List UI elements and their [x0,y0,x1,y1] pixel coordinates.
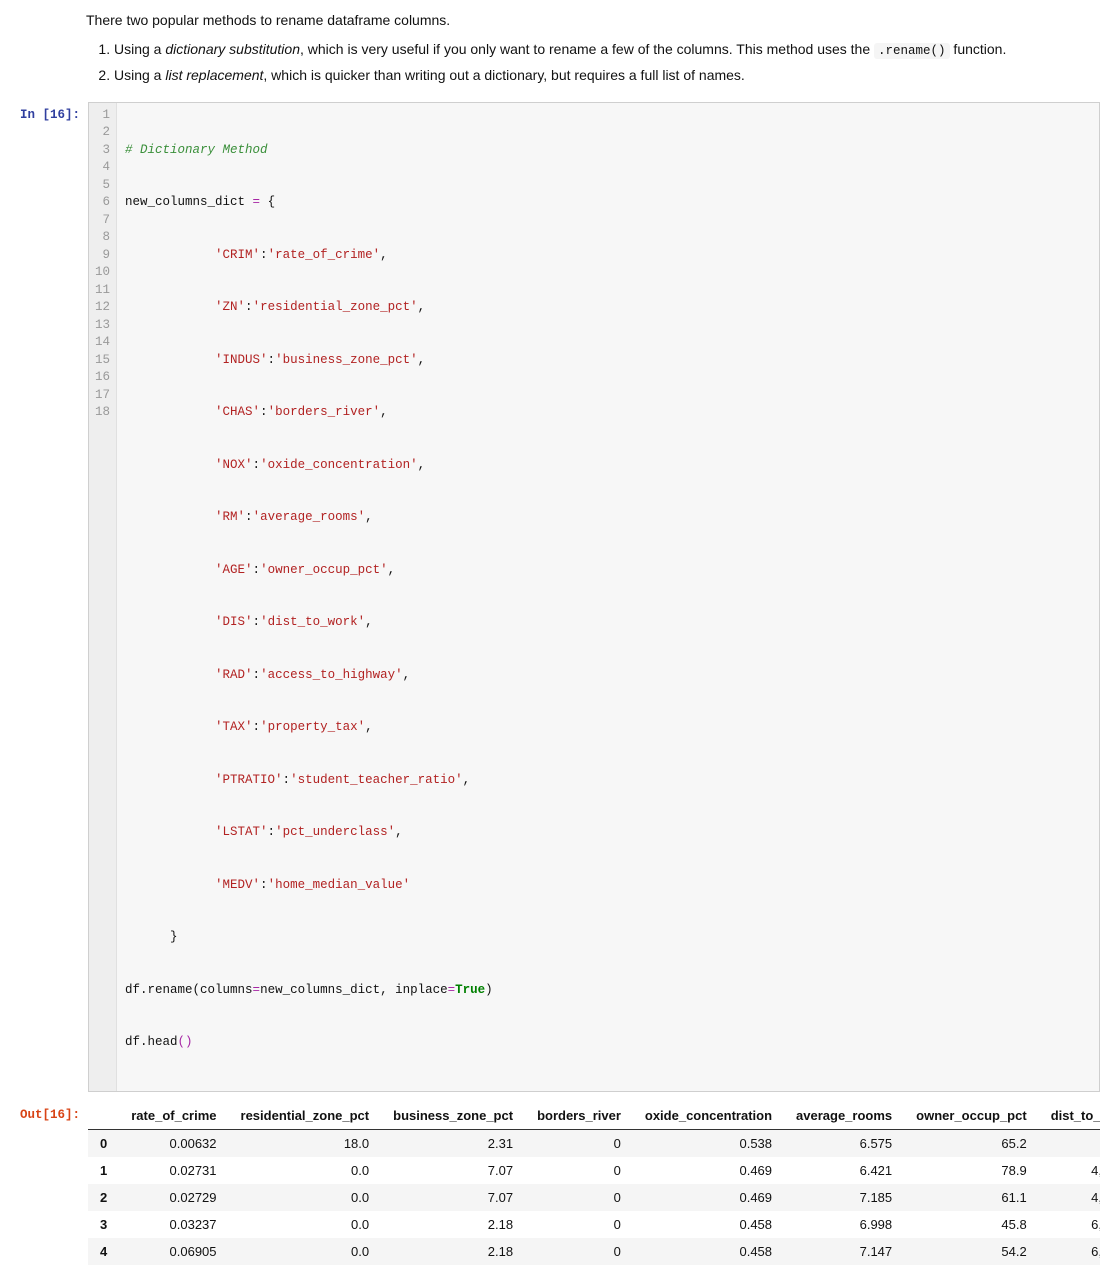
table-cell: 0.06905 [119,1238,228,1265]
dataframe-table: rate_of_crimeresidential_zone_pctbusines… [88,1102,1100,1265]
table-cell: 45.8 [904,1211,1039,1238]
output-cell-row: Out[16]: rate_of_crimeresidential_zone_p… [0,1102,1100,1265]
intro-paragraph: There two popular methods to rename data… [86,10,1066,31]
table-row: 30.032370.02.1800.4586.99845.86,06223 [88,1211,1100,1238]
table-cell: 7.147 [784,1238,904,1265]
table-cell: 0.0 [229,1157,382,1184]
table-cell: 0.458 [633,1238,784,1265]
column-header: average_rooms [784,1102,904,1130]
method-item-2: Using a list replacement, which is quick… [114,65,1066,86]
table-cell: 0 [525,1129,633,1157]
table-cell: 0.469 [633,1184,784,1211]
dataframe-body: 00.0063218.02.3100.5386.57565.24,09110.0… [88,1129,1100,1265]
line-number: 8 [95,229,110,247]
em-dict-sub: dictionary substitution [165,41,300,57]
table-cell: 0.02731 [119,1157,228,1184]
table-cell: 0.0 [229,1238,382,1265]
em-list-repl: list replacement [165,67,263,83]
input-prompt: In [16]: [0,102,88,122]
table-row: 10.027310.07.0700.4696.42178.94,96712 [88,1157,1100,1184]
code-cell-row: In [16]: 123456789101112131415161718 # D… [0,102,1100,1092]
table-cell: 7.185 [784,1184,904,1211]
column-header: dist_to_work [1039,1102,1100,1130]
table-cell: 6.998 [784,1211,904,1238]
table-cell: 0.0 [229,1184,382,1211]
table-cell: 6,0622 [1039,1238,1100,1265]
code-comment: # Dictionary Method [125,143,268,157]
code-input-area[interactable]: 123456789101112131415161718 # Dictionary… [88,102,1100,1092]
table-cell: 4,9671 [1039,1157,1100,1184]
table-cell: 61.1 [904,1184,1039,1211]
line-number: 3 [95,142,110,160]
table-row: 00.0063218.02.3100.5386.57565.24,091 [88,1129,1100,1157]
table-cell: 0 [525,1238,633,1265]
table-cell: 2.31 [381,1129,525,1157]
output-prompt: Out[16]: [0,1102,88,1122]
row-index: 2 [88,1184,119,1211]
index-header-blank [88,1102,119,1130]
method-item-1: Using a dictionary substitution, which i… [114,39,1066,61]
table-cell: 0.458 [633,1211,784,1238]
code-content[interactable]: # Dictionary Method new_columns_dict = {… [117,103,1099,1091]
table-cell: 6.575 [784,1129,904,1157]
table-row: 20.027290.07.0700.4697.18561.14,96712 [88,1184,1100,1211]
table-cell: 0.469 [633,1157,784,1184]
methods-list: Using a dictionary substitution, which i… [86,39,1066,86]
dataframe-header-row: rate_of_crimeresidential_zone_pctbusines… [88,1102,1100,1130]
table-cell: 0.02729 [119,1184,228,1211]
table-cell: 0 [525,1184,633,1211]
row-index: 4 [88,1238,119,1265]
line-gutter: 123456789101112131415161718 [89,103,117,1091]
line-number: 15 [95,352,110,370]
table-cell: 0.0 [229,1211,382,1238]
table-cell: 6.421 [784,1157,904,1184]
table-cell: 18.0 [229,1129,382,1157]
table-cell: 54.2 [904,1238,1039,1265]
table-cell: 7.07 [381,1184,525,1211]
inline-code-rename: .rename() [874,43,950,59]
line-number: 9 [95,247,110,265]
line-number: 6 [95,194,110,212]
table-cell: 65.2 [904,1129,1039,1157]
line-number: 1 [95,107,110,125]
column-header: residential_zone_pct [229,1102,382,1130]
line-number: 13 [95,317,110,335]
table-cell: 0 [525,1211,633,1238]
column-header: rate_of_crime [119,1102,228,1130]
column-header: business_zone_pct [381,1102,525,1130]
line-number: 5 [95,177,110,195]
column-header: borders_river [525,1102,633,1130]
output-area[interactable]: rate_of_crimeresidential_zone_pctbusines… [88,1102,1100,1265]
line-number: 17 [95,387,110,405]
line-number: 14 [95,334,110,352]
table-cell: 78.9 [904,1157,1039,1184]
table-cell: 4,9671 [1039,1184,1100,1211]
row-index: 1 [88,1157,119,1184]
line-number: 12 [95,299,110,317]
line-number: 18 [95,404,110,422]
row-index: 0 [88,1129,119,1157]
table-cell: 0.538 [633,1129,784,1157]
table-cell: 2.18 [381,1238,525,1265]
table-cell: 0.03237 [119,1211,228,1238]
line-number: 11 [95,282,110,300]
table-cell: 0.00632 [119,1129,228,1157]
table-cell: 7.07 [381,1157,525,1184]
markdown-cell: There two popular methods to rename data… [86,10,1066,86]
column-header: oxide_concentration [633,1102,784,1130]
column-header: owner_occup_pct [904,1102,1039,1130]
table-cell: 4,09 [1039,1129,1100,1157]
line-number: 16 [95,369,110,387]
table-cell: 2.18 [381,1211,525,1238]
line-number: 4 [95,159,110,177]
line-number: 10 [95,264,110,282]
row-index: 3 [88,1211,119,1238]
line-number: 7 [95,212,110,230]
table-cell: 0 [525,1157,633,1184]
line-number: 2 [95,124,110,142]
table-row: 40.069050.02.1800.4587.14754.26,06223 [88,1238,1100,1265]
table-cell: 6,0622 [1039,1211,1100,1238]
